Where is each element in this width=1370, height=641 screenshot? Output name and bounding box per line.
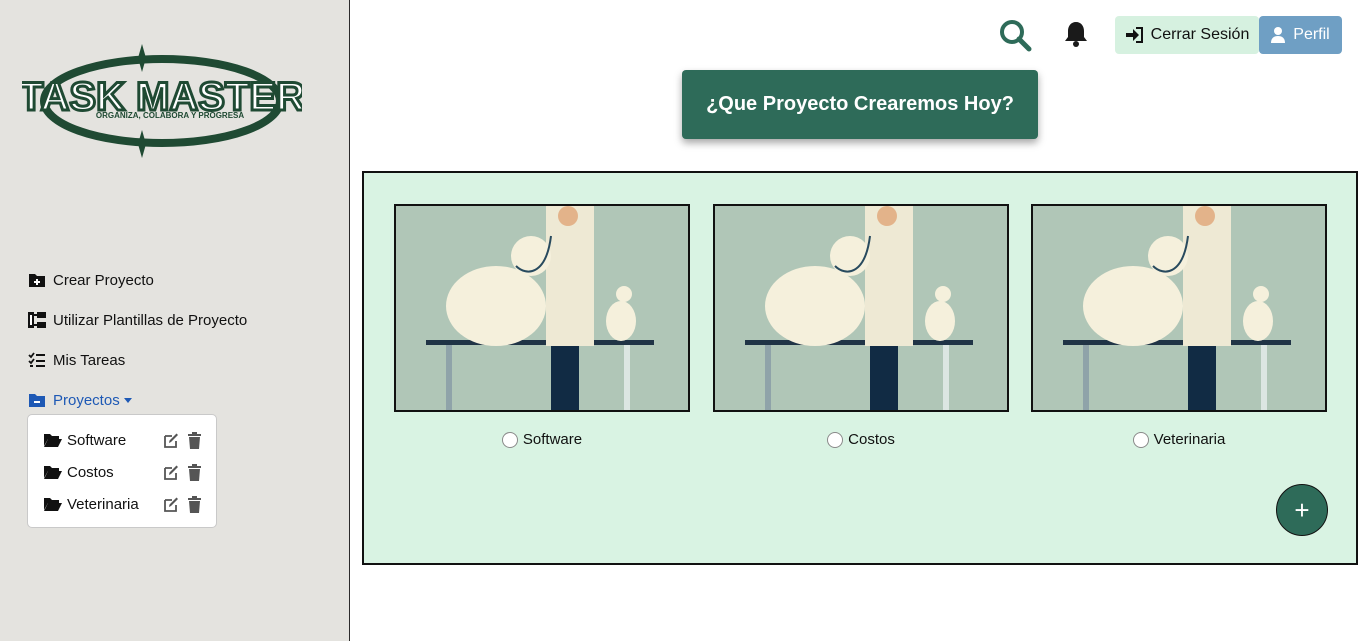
trash-icon[interactable]	[184, 431, 204, 449]
caret-down-icon	[123, 397, 132, 403]
folder-minus-icon	[27, 391, 47, 409]
sidebar: TASK MASTER ORGANIZA, COLABORA Y PROGRES…	[0, 0, 350, 641]
project-card[interactable]: Costos	[713, 204, 1009, 448]
nav-crear-proyecto[interactable]: Crear Proyecto	[27, 260, 247, 300]
card-label-text: Software	[522, 431, 583, 448]
nav-plantillas[interactable]: Utilizar Plantillas de Proyecto	[27, 300, 247, 340]
nav-label: Crear Proyecto	[53, 271, 154, 289]
edit-icon[interactable]	[161, 495, 181, 513]
project-name: Software	[67, 431, 127, 449]
card-label: Veterinaria	[1031, 431, 1327, 448]
logout-button[interactable]: Cerrar Sesión	[1115, 16, 1259, 54]
project-card[interactable]: Veterinaria	[1031, 204, 1327, 448]
list-check-icon	[27, 351, 47, 369]
logo-tagline: ORGANIZA, COLABORA Y PROGRESA	[96, 111, 245, 120]
logout-label: Cerrar Sesión	[1150, 26, 1250, 43]
project-item[interactable]: Software	[43, 424, 216, 456]
project-radio[interactable]	[501, 431, 518, 448]
add-project-button[interactable]: +	[1276, 484, 1328, 536]
bell-icon[interactable]	[1064, 20, 1088, 53]
sidebar-nav: Crear Proyecto Utilizar Plantillas de Pr…	[27, 260, 247, 420]
page-headline: ¿Que Proyecto Crearemos Hoy?	[682, 70, 1038, 139]
edit-icon[interactable]	[161, 431, 181, 449]
project-item[interactable]: Veterinaria	[43, 488, 216, 520]
project-radio[interactable]	[1132, 431, 1149, 448]
card-label: Costos	[713, 431, 1009, 448]
nav-label: Mis Tareas	[53, 351, 126, 369]
nav-label: Proyectos	[53, 391, 120, 409]
nav-mis-tareas[interactable]: Mis Tareas	[27, 340, 247, 380]
veterinarian-illustration	[1031, 204, 1327, 412]
project-name: Costos	[67, 463, 114, 481]
card-label: Software	[394, 431, 690, 448]
folder-open-icon	[43, 432, 63, 448]
project-cards-panel: Software Costos Veterinaria +	[362, 171, 1358, 565]
veterinarian-illustration	[713, 204, 1009, 412]
trash-icon[interactable]	[184, 463, 204, 481]
project-radio[interactable]	[827, 431, 844, 448]
task-master-logo[interactable]: TASK MASTER ORGANIZA, COLABORA Y PROGRES…	[18, 40, 307, 162]
profile-label: Perfil	[1293, 26, 1330, 43]
veterinarian-illustration	[394, 204, 690, 412]
edit-icon[interactable]	[161, 463, 181, 481]
projects-dropdown-menu: Software Costos Veterinaria	[27, 414, 217, 528]
user-icon	[1271, 27, 1286, 43]
folder-open-icon	[43, 496, 63, 512]
folder-plus-icon	[27, 271, 47, 289]
project-card[interactable]: Software	[394, 204, 690, 448]
project-name: Veterinaria	[67, 495, 139, 513]
profile-button[interactable]: Perfil	[1259, 16, 1342, 54]
sitemap-icon	[27, 311, 47, 329]
folder-open-icon	[43, 464, 63, 480]
sign-in-icon	[1125, 27, 1143, 43]
card-label-text: Veterinaria	[1153, 431, 1226, 448]
card-label-text: Costos	[848, 431, 895, 448]
search-icon[interactable]	[998, 18, 1032, 57]
nav-label: Utilizar Plantillas de Proyecto	[53, 311, 248, 329]
trash-icon[interactable]	[184, 495, 204, 513]
project-item[interactable]: Costos	[43, 456, 216, 488]
